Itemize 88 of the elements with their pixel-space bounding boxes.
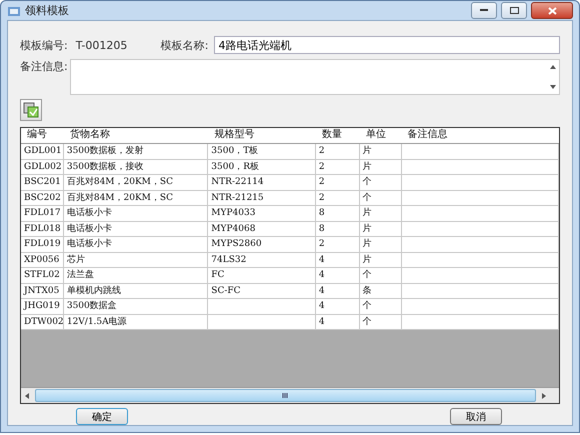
grip-icon [282, 393, 289, 398]
table-cell: 8 [316, 206, 360, 220]
table-cell: 4 [316, 314, 360, 329]
table-cell: NTR-21215 [208, 190, 316, 205]
cancel-button[interactable]: 取消 [450, 408, 502, 425]
table-cell: 74LS32 [208, 252, 316, 267]
table-cell: MYP4033 [208, 206, 316, 220]
table-cell: 片 [360, 144, 402, 158]
table-cell: MYPS2860 [208, 237, 316, 252]
minimize-icon [480, 9, 488, 12]
maximize-button[interactable] [501, 2, 527, 19]
table-cell: 2 [316, 190, 360, 205]
table-cell: 8 [316, 222, 360, 236]
table-cell: BSC202 [21, 190, 64, 205]
table-cell: JNTX05 [21, 284, 64, 298]
table-cell: JHG019 [21, 299, 64, 314]
name-field[interactable]: 4路电话光端机 [214, 36, 560, 54]
table-cell: 芯片 [64, 252, 208, 267]
table-cell: 4 [316, 252, 360, 267]
column-header[interactable]: 备注信息 [402, 128, 559, 143]
table-cell: NTR-22114 [208, 175, 316, 190]
remark-field[interactable] [70, 59, 560, 95]
copy-icon [23, 102, 39, 118]
horizontal-scrollbar[interactable] [21, 387, 559, 403]
table-cell: 个 [360, 268, 402, 282]
column-header[interactable]: 规格型号 [208, 128, 316, 143]
table-cell: GDL001 [21, 144, 64, 158]
table-cell: 2 [316, 175, 360, 190]
close-button[interactable] [531, 2, 573, 19]
table-cell: FDL019 [21, 237, 64, 252]
table-cell: 12V/1.5A电源 [64, 314, 208, 329]
close-icon [548, 6, 556, 14]
table-cell: BSC201 [21, 175, 64, 190]
field-label: 模板编号: [20, 38, 68, 52]
table-cell: 3500，R板 [208, 160, 316, 174]
table-cell: FC [208, 268, 316, 282]
table-cell: GDL002 [21, 160, 64, 174]
table-cell: MYP4068 [208, 222, 316, 236]
table-cell: XP0056 [21, 252, 64, 267]
table-cell: 单模机内跳线 [64, 284, 208, 298]
table-cell: 个 [360, 190, 402, 205]
table-cell: 4 [316, 299, 360, 314]
table-cell: 4 [316, 284, 360, 298]
table-cell: 片 [360, 237, 402, 252]
column-header[interactable]: 单位 [360, 128, 402, 143]
table-cell: 3500数据盒 [64, 299, 208, 314]
scroll-left-icon[interactable] [24, 392, 30, 400]
table-cell: 3500数据板，接收 [64, 160, 208, 174]
table-cell: FDL017 [21, 206, 64, 220]
table-cell: 百兆对84M，20KM，SC [64, 175, 208, 190]
table-cell: 4 [316, 268, 360, 282]
table-cell: 2 [316, 144, 360, 158]
table-cell: 片 [360, 160, 402, 174]
table-cell: 电话板小卡 [64, 237, 208, 252]
column-header[interactable]: 编号 [21, 128, 64, 143]
table-cell: 个 [360, 314, 402, 329]
table-cell: 电话板小卡 [64, 206, 208, 220]
table-cell: 片 [360, 206, 402, 220]
column-header[interactable]: 数量 [316, 128, 360, 143]
table-cell: 条 [360, 284, 402, 298]
table-cell: 片 [360, 222, 402, 236]
scroll-up-icon[interactable] [549, 64, 557, 70]
field-label: 备注信息: [20, 59, 69, 74]
table-cell: 3500数据板，发射 [64, 144, 208, 158]
table-cell: 片 [360, 252, 402, 267]
scroll-down-icon[interactable] [549, 84, 557, 90]
ok-button[interactable]: 确定 [76, 408, 128, 425]
table-cell: 2 [316, 237, 360, 252]
scroll-right-icon[interactable] [541, 392, 547, 400]
table-cell: 3500，T板 [208, 144, 316, 158]
table-cell: 个 [360, 299, 402, 314]
table-cell: 法兰盘 [64, 268, 208, 282]
column-header[interactable]: 货物名称 [64, 128, 208, 143]
template-number: T-001205 [74, 38, 128, 52]
table-cell: 百兆对84M，20KM，SC [64, 190, 208, 205]
import-button[interactable] [20, 99, 42, 121]
table-cell: STFL02 [21, 268, 64, 282]
table-cell: SC-FC [208, 284, 316, 298]
table-cell: 电话板小卡 [64, 222, 208, 236]
minimize-button[interactable] [471, 2, 497, 19]
table-cell: FDL018 [21, 222, 64, 236]
table-cell: 2 [316, 160, 360, 174]
table-cell: DTW002 [21, 314, 64, 329]
scroll-thumb[interactable] [35, 389, 536, 402]
window-title: 领料模板 [25, 3, 70, 18]
table-cell: 个 [360, 175, 402, 190]
maximize-icon [510, 7, 518, 14]
field-label: 模板名称: [160, 38, 208, 52]
